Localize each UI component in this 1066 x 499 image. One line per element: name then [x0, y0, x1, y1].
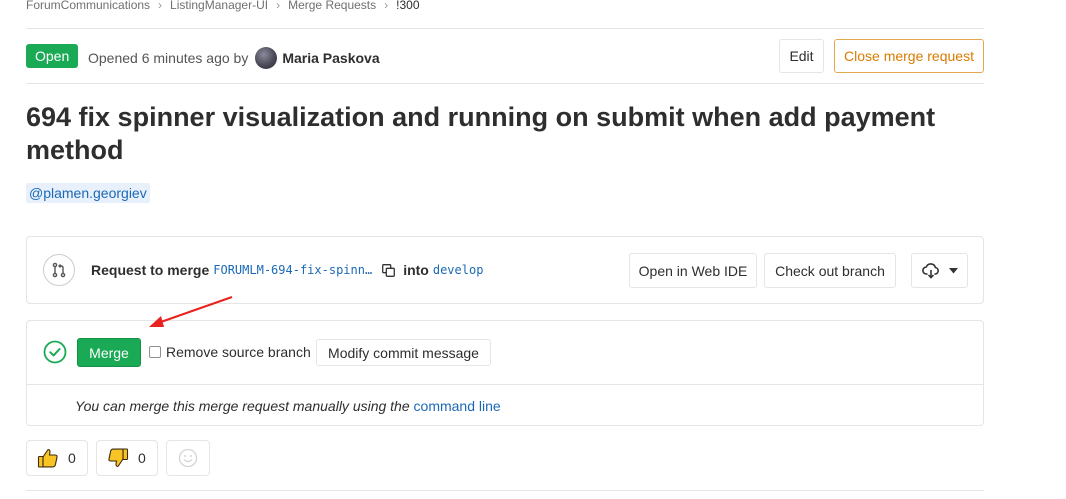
- chevron-right-icon: ›: [158, 0, 163, 12]
- breadcrumb: ForumCommunications › ListingManager-UI …: [26, 0, 420, 12]
- remove-source-branch-option[interactable]: Remove source branch: [149, 344, 311, 360]
- opened-text: Opened 6 minutes ago by: [88, 50, 249, 66]
- edit-button[interactable]: Edit: [779, 39, 824, 73]
- author-name[interactable]: Maria Paskova: [282, 50, 379, 66]
- merge-request-info-box: Request to merge FORUMLM-694-fix-spinn… …: [26, 236, 984, 304]
- smiley-icon: [178, 448, 198, 468]
- merge-request-text: Request to merge FORUMLM-694-fix-spinn… …: [91, 262, 483, 278]
- divider: [26, 83, 984, 84]
- source-branch[interactable]: FORUMLM-694-fix-spinn…: [213, 263, 372, 277]
- breadcrumb-item[interactable]: !300: [396, 0, 419, 12]
- remove-source-branch-checkbox[interactable]: [149, 346, 161, 358]
- user-mention[interactable]: @plamen.georgiev: [26, 183, 150, 203]
- check-out-branch-button[interactable]: Check out branch: [764, 253, 896, 288]
- add-reaction-button[interactable]: [166, 440, 210, 476]
- open-web-ide-button[interactable]: Open in Web IDE: [629, 253, 757, 288]
- target-branch[interactable]: develop: [433, 263, 484, 277]
- copy-icon[interactable]: [382, 263, 396, 277]
- command-line-link[interactable]: command line: [414, 398, 501, 414]
- download-cloud-icon: [921, 262, 940, 279]
- caret-down-icon: [948, 267, 958, 274]
- merge-request-icon: [43, 254, 75, 286]
- manual-merge-note: You can merge this merge request manuall…: [75, 398, 501, 414]
- merge-widget: Merge Remove source branch Modify commit…: [26, 320, 984, 426]
- into-label: into: [403, 262, 429, 278]
- manual-merge-text: You can merge this merge request manuall…: [75, 398, 410, 414]
- breadcrumb-item[interactable]: ForumCommunications: [26, 0, 150, 12]
- chevron-right-icon: ›: [384, 0, 389, 12]
- thumbs-down-button[interactable]: 0: [96, 440, 158, 476]
- page-title: 694 fix spinner visualization and runnin…: [26, 102, 936, 165]
- thumbs-down-count: 0: [138, 450, 146, 466]
- remove-source-branch-label: Remove source branch: [166, 344, 311, 360]
- divider: [26, 490, 984, 491]
- divider: [27, 384, 983, 385]
- merge-button[interactable]: Merge: [77, 338, 141, 367]
- check-circle-icon: [43, 340, 67, 369]
- modify-commit-message-button[interactable]: Modify commit message: [316, 339, 491, 366]
- divider: [26, 28, 984, 29]
- breadcrumb-item[interactable]: Merge Requests: [288, 0, 376, 12]
- thumbs-up-count: 0: [68, 450, 76, 466]
- status-badge: Open: [26, 44, 79, 68]
- opened-info: Opened 6 minutes ago by Maria Paskova: [88, 47, 380, 69]
- thumbs-up-button[interactable]: 0: [26, 440, 88, 476]
- avatar[interactable]: [255, 47, 278, 69]
- chevron-right-icon: ›: [276, 0, 281, 12]
- request-label: Request to merge: [91, 262, 210, 278]
- close-merge-request-button[interactable]: Close merge request: [834, 39, 984, 73]
- breadcrumb-item[interactable]: ListingManager-UI: [170, 0, 268, 12]
- download-dropdown-button[interactable]: [911, 253, 968, 288]
- thumbs-down-icon: [107, 447, 129, 469]
- thumbs-up-icon: [37, 447, 59, 469]
